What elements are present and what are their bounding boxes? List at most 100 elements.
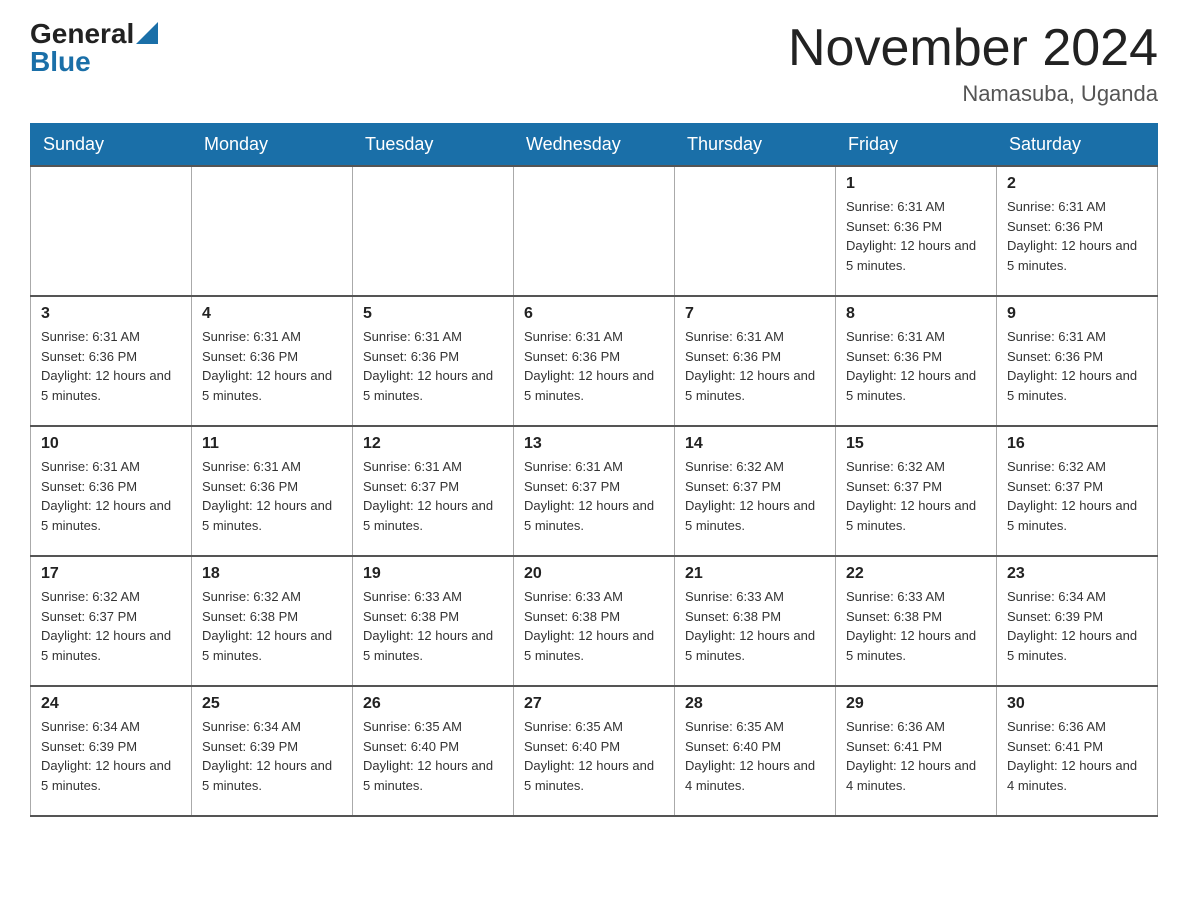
day-info: Sunrise: 6:32 AMSunset: 6:38 PMDaylight:…	[202, 587, 342, 665]
day-cell: 24 Sunrise: 6:34 AMSunset: 6:39 PMDayligh…	[31, 686, 192, 816]
day-info: Sunrise: 6:31 AMSunset: 6:36 PMDaylight:…	[524, 327, 664, 405]
header: General Blue November 2024 Namasuba, Uga…	[30, 20, 1158, 107]
day-info: Sunrise: 6:31 AMSunset: 6:37 PMDaylight:…	[524, 457, 664, 535]
day-number: 1	[846, 175, 986, 193]
week-row-5: 24 Sunrise: 6:34 AMSunset: 6:39 PMDayligh…	[31, 686, 1158, 816]
day-number: 7	[685, 305, 825, 323]
day-info: Sunrise: 6:33 AMSunset: 6:38 PMDaylight:…	[363, 587, 503, 665]
day-info: Sunrise: 6:34 AMSunset: 6:39 PMDaylight:…	[202, 717, 342, 795]
day-cell: 11 Sunrise: 6:31 AMSunset: 6:36 PMDayligh…	[192, 426, 353, 556]
day-cell: 26 Sunrise: 6:35 AMSunset: 6:40 PMDayligh…	[353, 686, 514, 816]
day-cell: 29Sunrise: 6:36 AMSunset: 6:41 PMDayligh…	[836, 686, 997, 816]
day-number: 14	[685, 435, 825, 453]
day-info: Sunrise: 6:35 AMSunset: 6:40 PMDaylight:…	[363, 717, 503, 795]
day-cell: 12 Sunrise: 6:31 AMSunset: 6:37 PMDayligh…	[353, 426, 514, 556]
day-cell: 16 Sunrise: 6:32 AMSunset: 6:37 PMDayligh…	[997, 426, 1158, 556]
day-info: Sunrise: 6:33 AMSunset: 6:38 PMDaylight:…	[685, 587, 825, 665]
day-info: Sunrise: 6:31 AMSunset: 6:36 PMDaylight:…	[685, 327, 825, 405]
day-cell	[675, 166, 836, 296]
day-cell: 14 Sunrise: 6:32 AMSunset: 6:37 PMDayligh…	[675, 426, 836, 556]
day-info: Sunrise: 6:35 AMSunset: 6:40 PMDaylight:…	[524, 717, 664, 795]
day-info: Sunrise: 6:31 AMSunset: 6:36 PMDaylight:…	[363, 327, 503, 405]
week-row-2: 3 Sunrise: 6:31 AMSunset: 6:36 PMDaylight…	[31, 296, 1158, 426]
day-cell: 20 Sunrise: 6:33 AMSunset: 6:38 PMDayligh…	[514, 556, 675, 686]
day-cell: 27 Sunrise: 6:35 AMSunset: 6:40 PMDayligh…	[514, 686, 675, 816]
day-cell: 30Sunrise: 6:36 AMSunset: 6:41 PMDayligh…	[997, 686, 1158, 816]
day-number: 8	[846, 305, 986, 323]
col-friday: Friday	[836, 124, 997, 167]
day-info: Sunrise: 6:34 AMSunset: 6:39 PMDaylight:…	[1007, 587, 1147, 665]
day-cell: 21 Sunrise: 6:33 AMSunset: 6:38 PMDayligh…	[675, 556, 836, 686]
day-number: 24	[41, 695, 181, 713]
day-info: Sunrise: 6:32 AMSunset: 6:37 PMDaylight:…	[41, 587, 181, 665]
day-number: 26	[363, 695, 503, 713]
day-cell: 25 Sunrise: 6:34 AMSunset: 6:39 PMDayligh…	[192, 686, 353, 816]
day-number: 5	[363, 305, 503, 323]
day-info: Sunrise: 6:34 AMSunset: 6:39 PMDaylight:…	[41, 717, 181, 795]
day-cell: 10 Sunrise: 6:31 AMSunset: 6:36 PMDayligh…	[31, 426, 192, 556]
day-number: 21	[685, 565, 825, 583]
day-number: 13	[524, 435, 664, 453]
day-number: 2	[1007, 175, 1147, 193]
day-number: 16	[1007, 435, 1147, 453]
location: Namasuba, Uganda	[788, 81, 1158, 107]
day-info: Sunrise: 6:35 AMSunset: 6:40 PMDaylight:…	[685, 717, 825, 795]
day-info: Sunrise: 6:33 AMSunset: 6:38 PMDaylight:…	[524, 587, 664, 665]
day-cell: 9Sunrise: 6:31 AMSunset: 6:36 PMDaylight…	[997, 296, 1158, 426]
day-info: Sunrise: 6:31 AMSunset: 6:36 PMDaylight:…	[1007, 197, 1147, 275]
day-cell	[31, 166, 192, 296]
day-cell: 3Sunrise: 6:31 AMSunset: 6:36 PMDaylight…	[31, 296, 192, 426]
day-cell: 8 Sunrise: 6:31 AMSunset: 6:36 PMDaylight…	[836, 296, 997, 426]
logo-general-text: General	[30, 20, 134, 48]
day-info: Sunrise: 6:36 AMSunset: 6:41 PMDaylight:…	[846, 717, 986, 795]
logo: General Blue	[30, 20, 158, 76]
day-number: 22	[846, 565, 986, 583]
day-cell: 18 Sunrise: 6:32 AMSunset: 6:38 PMDayligh…	[192, 556, 353, 686]
day-info: Sunrise: 6:31 AMSunset: 6:36 PMDaylight:…	[846, 327, 986, 405]
day-cell	[192, 166, 353, 296]
logo-blue-text: Blue	[30, 48, 91, 76]
col-tuesday: Tuesday	[353, 124, 514, 167]
week-row-1: 1 Sunrise: 6:31 AMSunset: 6:36 PMDaylight…	[31, 166, 1158, 296]
week-row-4: 17 Sunrise: 6:32 AMSunset: 6:37 PMDayligh…	[31, 556, 1158, 686]
week-row-3: 10 Sunrise: 6:31 AMSunset: 6:36 PMDayligh…	[31, 426, 1158, 556]
day-info: Sunrise: 6:31 AMSunset: 6:37 PMDaylight:…	[363, 457, 503, 535]
day-info: Sunrise: 6:31 AMSunset: 6:36 PMDaylight:…	[41, 457, 181, 535]
day-number: 20	[524, 565, 664, 583]
day-number: 12	[363, 435, 503, 453]
calendar-table: Sunday Monday Tuesday Wednesday Thursday…	[30, 123, 1158, 817]
day-number: 6	[524, 305, 664, 323]
day-number: 15	[846, 435, 986, 453]
day-cell	[353, 166, 514, 296]
day-cell: 23 Sunrise: 6:34 AMSunset: 6:39 PMDayligh…	[997, 556, 1158, 686]
col-wednesday: Wednesday	[514, 124, 675, 167]
col-thursday: Thursday	[675, 124, 836, 167]
month-title: November 2024	[788, 20, 1158, 77]
day-info: Sunrise: 6:31 AMSunset: 6:36 PMDaylight:…	[202, 457, 342, 535]
day-number: 23	[1007, 565, 1147, 583]
day-number: 27	[524, 695, 664, 713]
day-number: 10	[41, 435, 181, 453]
day-cell: 17 Sunrise: 6:32 AMSunset: 6:37 PMDayligh…	[31, 556, 192, 686]
day-info: Sunrise: 6:31 AMSunset: 6:36 PMDaylight:…	[846, 197, 986, 275]
day-cell	[514, 166, 675, 296]
day-number: 28	[685, 695, 825, 713]
day-info: Sunrise: 6:31 AMSunset: 6:36 PMDaylight:…	[1007, 327, 1147, 405]
day-info: Sunrise: 6:33 AMSunset: 6:38 PMDaylight:…	[846, 587, 986, 665]
day-number: 19	[363, 565, 503, 583]
day-number: 25	[202, 695, 342, 713]
day-number: 18	[202, 565, 342, 583]
day-number: 11	[202, 435, 342, 453]
day-cell: 22 Sunrise: 6:33 AMSunset: 6:38 PMDayligh…	[836, 556, 997, 686]
col-sunday: Sunday	[31, 124, 192, 167]
col-saturday: Saturday	[997, 124, 1158, 167]
day-cell: 13 Sunrise: 6:31 AMSunset: 6:37 PMDayligh…	[514, 426, 675, 556]
day-cell: 7 Sunrise: 6:31 AMSunset: 6:36 PMDaylight…	[675, 296, 836, 426]
day-info: Sunrise: 6:32 AMSunset: 6:37 PMDaylight:…	[1007, 457, 1147, 535]
day-cell: 2 Sunrise: 6:31 AMSunset: 6:36 PMDaylight…	[997, 166, 1158, 296]
day-info: Sunrise: 6:32 AMSunset: 6:37 PMDaylight:…	[685, 457, 825, 535]
day-cell: 6 Sunrise: 6:31 AMSunset: 6:36 PMDaylight…	[514, 296, 675, 426]
day-number: 3	[41, 305, 181, 323]
day-number: 17	[41, 565, 181, 583]
day-cell: 1 Sunrise: 6:31 AMSunset: 6:36 PMDaylight…	[836, 166, 997, 296]
